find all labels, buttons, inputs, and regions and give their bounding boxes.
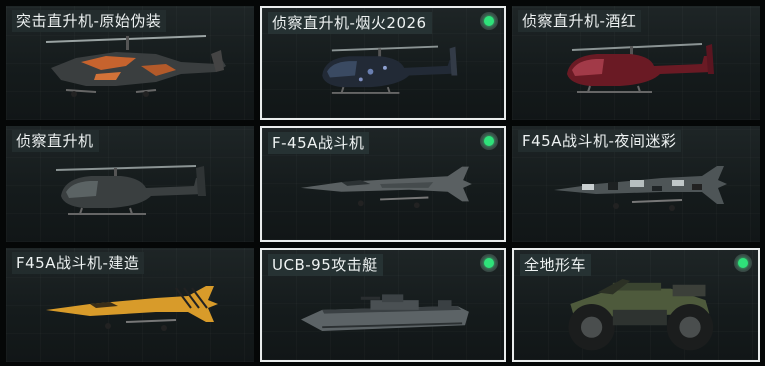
vehicle-card-label: 侦察直升机-酒红 (518, 10, 642, 32)
owned-indicator-icon (480, 12, 498, 30)
owned-indicator-icon (480, 132, 498, 150)
vehicle-card-scout-helicopter-fireworks[interactable]: 侦察直升机-烟火2026 (260, 6, 506, 120)
vehicle-card-label: F-45A战斗机 (268, 132, 370, 154)
owned-indicator-icon (734, 254, 752, 272)
vehicle-card-atv[interactable]: 全地形车 (512, 248, 760, 362)
vehicle-card-label: F45A战斗机-夜间迷彩 (518, 130, 682, 152)
vehicle-card-label: 全地形车 (520, 254, 592, 276)
owned-indicator-icon (480, 254, 498, 272)
vehicle-card-label: 侦察直升机-烟火2026 (268, 12, 432, 34)
vehicle-skin-grid: 突击直升机-原始伪装 侦察直升机-烟火2026 侦察直升机-酒红 侦察直升机 F… (0, 0, 765, 366)
vehicle-card-label: 突击直升机-原始伪装 (12, 10, 167, 32)
vehicle-card-fighter-jet[interactable]: F-45A战斗机 (260, 126, 506, 242)
vehicle-card-label: 侦察直升机 (12, 130, 99, 152)
vehicle-card-scout-helicopter[interactable]: 侦察直升机 (6, 126, 254, 242)
vehicle-card-scout-helicopter-burgundy[interactable]: 侦察直升机-酒红 (512, 6, 760, 120)
vehicle-card-label: UCB-95攻击艇 (268, 254, 383, 276)
vehicle-card-attack-helicopter-camo[interactable]: 突击直升机-原始伪装 (6, 6, 254, 120)
vehicle-card-fighter-jet-night-camo[interactable]: F45A战斗机-夜间迷彩 (512, 126, 760, 242)
vehicle-card-attack-boat[interactable]: UCB-95攻击艇 (260, 248, 506, 362)
vehicle-card-label: F45A战斗机-建造 (12, 252, 145, 274)
vehicle-card-fighter-jet-construction[interactable]: F45A战斗机-建造 (6, 248, 254, 362)
